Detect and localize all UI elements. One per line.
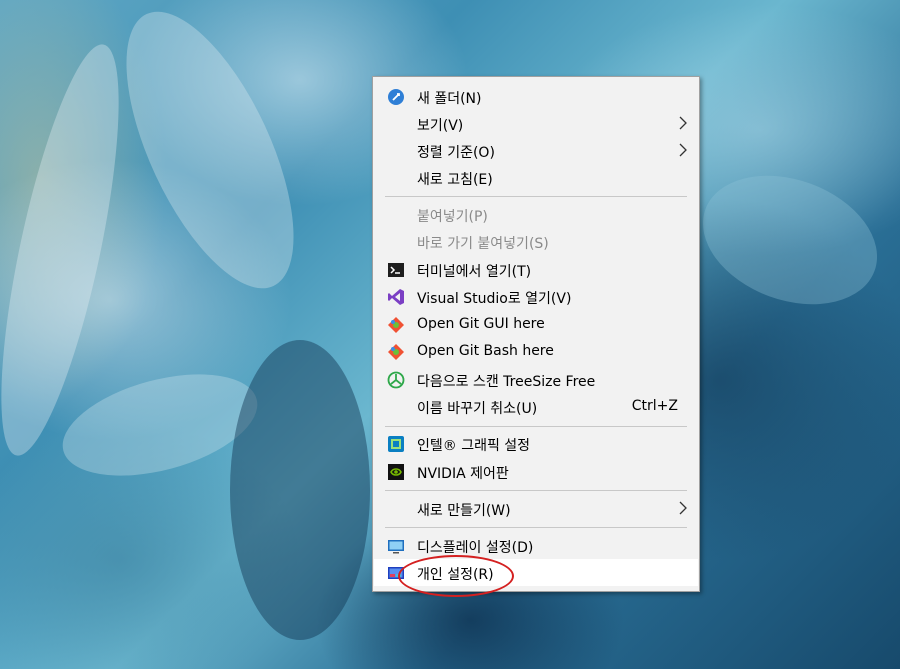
menu-item-new[interactable]: 새로 만들기(W)	[374, 495, 698, 522]
menu-item-label: 디스플레이 설정(D)	[417, 540, 534, 556]
menu-item-refresh[interactable]: 새로 고침(E)	[374, 164, 698, 191]
menu-separator	[385, 196, 687, 197]
new-folder-icon	[388, 89, 404, 105]
chevron-right-icon	[679, 116, 687, 130]
menu-item-undo-rename[interactable]: 이름 바꾸기 취소(U) Ctrl+Z	[374, 393, 698, 420]
menu-item-label: Open Git GUI here	[417, 316, 545, 332]
chevron-right-icon	[679, 501, 687, 515]
menu-item-label: 보기(V)	[417, 118, 464, 134]
treesize-icon	[387, 371, 405, 389]
menu-item-shortcut: Ctrl+Z	[631, 398, 678, 414]
menu-item-sort-by[interactable]: 정렬 기준(O)	[374, 137, 698, 164]
menu-item-open-in-terminal[interactable]: 터미널에서 열기(T)	[374, 256, 698, 283]
chevron-right-icon	[679, 143, 687, 157]
menu-item-nvidia-control-panel[interactable]: NVIDIA 제어판	[374, 458, 698, 485]
display-settings-icon	[388, 540, 404, 554]
menu-item-display-settings[interactable]: 디스플레이 설정(D)	[374, 532, 698, 559]
menu-item-label: Open Git Bash here	[417, 343, 554, 359]
visual-studio-icon	[388, 289, 404, 305]
nvidia-icon	[388, 464, 404, 480]
menu-item-label: 새로 고침(E)	[417, 172, 493, 188]
wallpaper-streak	[230, 340, 370, 640]
menu-separator	[385, 490, 687, 491]
menu-item-label: 붙여넣기(P)	[417, 209, 488, 225]
menu-item-view[interactable]: 보기(V)	[374, 110, 698, 137]
menu-item-open-in-visual-studio[interactable]: Visual Studio로 열기(V)	[374, 283, 698, 310]
menu-item-label: 이름 바꾸기 취소(U)	[417, 401, 538, 417]
menu-item-label: 터미널에서 열기(T)	[417, 264, 532, 280]
menu-item-open-git-bash[interactable]: Open Git Bash here	[374, 338, 698, 365]
intel-graphics-icon	[388, 436, 404, 452]
menu-item-label: 바로 가기 붙여넣기(S)	[417, 236, 549, 252]
terminal-icon	[388, 263, 404, 277]
menu-item-open-git-gui[interactable]: Open Git GUI here	[374, 311, 698, 338]
menu-separator	[385, 527, 687, 528]
menu-item-intel-graphics-settings[interactable]: 인텔® 그래픽 설정	[374, 430, 698, 457]
menu-item-label: 새 폴더(N)	[417, 91, 482, 107]
menu-item-label: 새로 만들기(W)	[417, 503, 511, 519]
menu-item-label: NVIDIA 제어판	[417, 466, 509, 482]
wallpaper-streak	[684, 152, 896, 328]
menu-item-paste: 붙여넣기(P)	[374, 201, 698, 228]
menu-item-new-folder[interactable]: 새 폴더(N)	[374, 83, 698, 110]
menu-item-scan-treesize[interactable]: 다음으로 스캔 TreeSize Free	[374, 366, 698, 393]
desktop-context-menu: 새 폴더(N) 보기(V) 정렬 기준(O) 새로 고침(E) 붙여넣기(P) …	[372, 76, 700, 592]
git-bash-icon	[388, 344, 404, 360]
menu-separator	[385, 426, 687, 427]
git-gui-icon	[388, 317, 404, 333]
wallpaper-streak	[92, 0, 328, 312]
menu-item-paste-shortcut: 바로 가기 붙여넣기(S)	[374, 228, 698, 255]
menu-item-label: 다음으로 스캔 TreeSize Free	[417, 374, 596, 390]
menu-item-label: 인텔® 그래픽 설정	[417, 438, 531, 454]
menu-item-label: Visual Studio로 열기(V)	[417, 291, 572, 307]
menu-item-label: 정렬 기준(O)	[417, 145, 495, 161]
annotation-highlight-circle	[398, 555, 514, 597]
